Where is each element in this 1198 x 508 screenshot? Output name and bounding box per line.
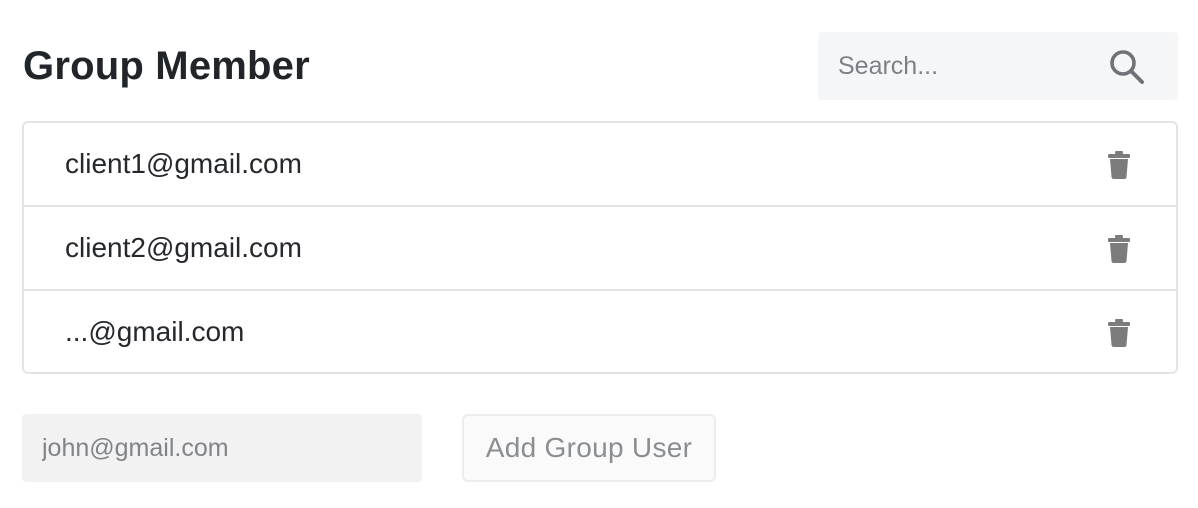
member-row: ...@gmail.com [24, 291, 1176, 372]
add-group-user-button[interactable]: Add Group User [462, 414, 716, 482]
member-row: client2@gmail.com [24, 207, 1176, 291]
trash-icon[interactable] [1108, 151, 1130, 179]
member-email: ...@gmail.com [65, 316, 245, 347]
new-member-email-input[interactable] [22, 414, 422, 482]
member-list: client1@gmail.com client2@gmail.com ...@… [22, 121, 1178, 374]
trash-icon[interactable] [1108, 319, 1130, 347]
member-email: client1@gmail.com [65, 148, 302, 179]
trash-icon[interactable] [1108, 235, 1130, 263]
page-title: Group Member [23, 44, 310, 88]
member-email: client2@gmail.com [65, 232, 302, 263]
search-icon[interactable] [1108, 48, 1146, 86]
member-row: client1@gmail.com [24, 123, 1176, 207]
search-box [818, 32, 1178, 100]
search-input[interactable] [818, 32, 1098, 100]
